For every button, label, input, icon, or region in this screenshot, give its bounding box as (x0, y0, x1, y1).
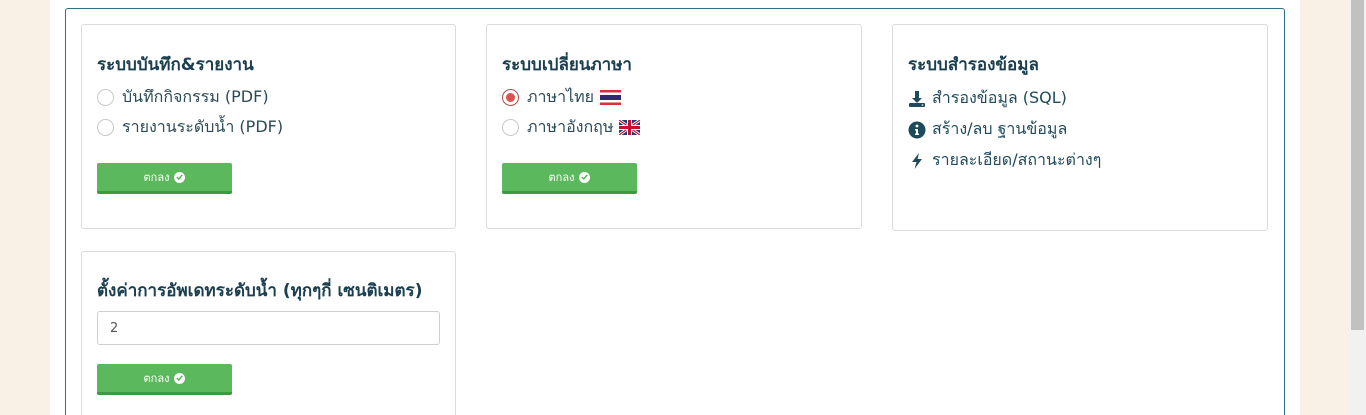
language-ok-button[interactable]: ตกลง (502, 163, 637, 194)
info-icon (908, 121, 926, 138)
language-card-title: ระบบเปลี่ยนภาษา (502, 55, 632, 75)
radio-label: บันทึกกิจกรรม (PDF) (122, 87, 269, 106)
radio-label: ภาษาไทย (527, 87, 595, 106)
radio-english[interactable]: ภาษาอังกฤษ (502, 115, 641, 140)
radio-label: ภาษาอังกฤษ (527, 117, 614, 136)
update-interval-input[interactable] (97, 311, 440, 345)
uk-flag-icon (619, 120, 641, 135)
update-card-title: ตั้งค่าการอัพเดทระดับน้ำ (ทุกๆกี่ เซนติเ… (97, 281, 423, 301)
report-card: ระบบบันทึก&รายงาน บันทึกกิจกรรม (PDF) รา… (81, 24, 456, 229)
link-label: รายละเอียด/สถานะต่างๆ (932, 150, 1102, 169)
language-card: ระบบเปลี่ยนภาษา ภาษาไทย ภาษาอังกฤษ ตกลง (486, 24, 862, 229)
radio-water-level-pdf[interactable]: รายงานระดับน้ำ (PDF) (97, 115, 283, 140)
update-card: ตั้งค่าการอัพเดทระดับน้ำ (ทุกๆกี่ เซนติเ… (81, 251, 456, 415)
radio-button[interactable] (502, 119, 519, 136)
radio-button-checked[interactable] (502, 89, 519, 106)
create-delete-db-link[interactable]: สร้าง/ลบ ฐานข้อมูล (908, 117, 1067, 142)
ok-button-label: ตกลง (548, 171, 575, 184)
download-icon (909, 90, 925, 107)
thai-flag-icon (600, 90, 622, 105)
status-details-link[interactable]: รายละเอียด/สถานะต่างๆ (908, 148, 1101, 173)
radio-label: รายงานระดับน้ำ (PDF) (122, 117, 284, 136)
radio-button[interactable] (97, 119, 114, 136)
radio-activity-pdf[interactable]: บันทึกกิจกรรม (PDF) (97, 85, 269, 110)
check-circle-icon (174, 372, 186, 384)
report-ok-button[interactable]: ตกลง (97, 163, 232, 194)
scrollbar-thumb[interactable] (1351, 0, 1364, 330)
radio-thai[interactable]: ภาษาไทย (502, 85, 622, 110)
check-circle-icon (579, 171, 591, 183)
ok-button-label: ตกลง (143, 171, 170, 184)
link-label: สำรองข้อมูล (SQL) (932, 88, 1067, 107)
backup-card: ระบบสำรองข้อมูล สำรองข้อมูล (SQL) สร้าง/… (892, 24, 1268, 231)
ok-button-label: ตกลง (143, 372, 170, 385)
report-card-title: ระบบบันทึก&รายงาน (97, 55, 254, 75)
link-label: สร้าง/ลบ ฐานข้อมูล (932, 119, 1068, 138)
backup-card-title: ระบบสำรองข้อมูล (908, 55, 1039, 75)
update-ok-button[interactable]: ตกลง (97, 364, 232, 395)
bolt-icon (912, 152, 922, 169)
check-circle-icon (174, 171, 186, 183)
radio-button[interactable] (97, 89, 114, 106)
backup-sql-link[interactable]: สำรองข้อมูล (SQL) (908, 86, 1067, 111)
